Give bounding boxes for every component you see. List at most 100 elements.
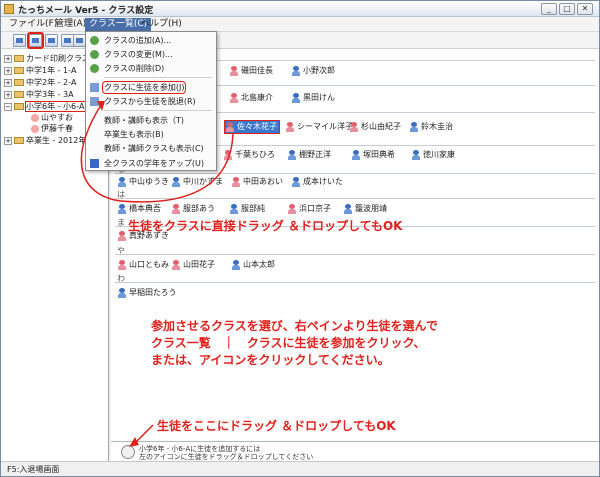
female-student-icon	[223, 149, 233, 160]
menu-show-graduates[interactable]: 卒業生も表示(B)	[86, 128, 216, 141]
student-item[interactable]: 山田花子	[171, 259, 215, 271]
tree-student-ito[interactable]: 伊藤千春	[31, 123, 73, 134]
menu-delete-class[interactable]: クラスの削除(D)	[86, 62, 216, 75]
male-student-icon	[287, 149, 297, 160]
edit-class-icon	[90, 50, 99, 59]
grade-up-icon	[90, 159, 99, 168]
menu-bar: ファイル(F) 管理(A) クラス一覧(C) ヘルプ(H)	[1, 17, 599, 32]
folder-icon	[14, 103, 24, 110]
female-student-icon	[117, 230, 127, 241]
female-student-icon	[171, 259, 181, 270]
male-student-icon	[231, 259, 241, 270]
male-student-icon	[291, 92, 301, 103]
tree-item-junior3[interactable]: + 中学3年 - 3A	[4, 89, 74, 100]
annotation-instruction-2: クラス一覧 ｜ クラスに生徒を参加をクリック、	[151, 336, 426, 350]
student-item[interactable]: 早稲田たろう	[117, 287, 177, 299]
menu-join-student[interactable]: クラスに生徒を参加(J)	[86, 81, 216, 94]
annotation-drag-here: 生徒をここにドラッグ ＆ドロップしてもOK	[157, 419, 396, 433]
student-item[interactable]: 成本けいた	[291, 176, 343, 188]
student-item[interactable]: 北島康介	[229, 92, 273, 104]
student-icon	[31, 113, 39, 122]
female-student-icon	[285, 121, 295, 132]
add-class-icon	[90, 36, 99, 45]
leave-student-icon	[90, 97, 99, 106]
male-student-icon	[291, 176, 301, 187]
student-item[interactable]: 中山ゆうき	[117, 176, 169, 188]
male-student-icon	[291, 65, 301, 76]
join-student-icon	[90, 83, 99, 92]
group-divider	[115, 173, 595, 174]
annotation-drag-to-class: 生徒をクラスに直接ドラッグ ＆ドロップしてもOK	[128, 219, 403, 233]
class-menu-dropdown: クラスの追加(A)... クラスの変更(M)... クラスの削除(D) クラスに…	[85, 31, 217, 171]
student-item[interactable]: 鈴木圭治	[409, 121, 453, 133]
male-student-icon	[117, 176, 127, 187]
female-student-icon	[225, 121, 235, 132]
status-text: F5:入退場画面	[7, 465, 60, 474]
female-student-icon	[349, 121, 359, 132]
annotation-instruction-3: または、アイコンをクリックしてください。	[151, 353, 390, 367]
student-drop-zone[interactable]: 小学6年 - 小6-Aに生徒を追加するには 左のアイコンに生徒をドラッグ＆ドロッ…	[111, 441, 599, 461]
tree-item-elementary6[interactable]: − 小学6年 - 小6-A	[4, 101, 86, 112]
student-item[interactable]: シーマイル洋子	[285, 121, 353, 133]
title-bar: たっちメール Ver5 - クラス設定 _ □ ✕	[1, 1, 599, 17]
student-icon	[31, 124, 39, 133]
class-view-button[interactable]	[13, 34, 26, 47]
student-item[interactable]: 磯田佳長	[229, 65, 273, 77]
minimize-button[interactable]: _	[541, 3, 557, 15]
male-student-icon	[117, 287, 127, 298]
student-item[interactable]: 徳川家康	[411, 149, 455, 161]
menu-show-teachers[interactable]: 教師・講師も表示（T)	[86, 114, 216, 127]
menu-edit-class[interactable]: クラスの変更(M)...	[86, 48, 216, 61]
app-logo-icon	[4, 4, 14, 14]
male-student-icon	[117, 203, 127, 214]
student-item[interactable]: 橋本典吾	[117, 203, 161, 215]
male-student-icon	[411, 149, 421, 160]
male-student-icon	[343, 203, 353, 214]
female-student-icon	[229, 92, 239, 103]
menu-separator	[104, 110, 212, 111]
student-item[interactable]: 杉山由紀子	[349, 121, 401, 133]
student-item[interactable]: 黒田けん	[291, 92, 335, 104]
dragged-student-item[interactable]: 佐々木花子	[224, 120, 280, 134]
maximize-button[interactable]: □	[559, 3, 575, 15]
leave-student-button[interactable]	[45, 34, 58, 47]
tree-student-yama[interactable]: 山やすお	[31, 112, 73, 123]
student-item[interactable]: 籠波朋靖	[343, 203, 387, 215]
student-item[interactable]: 中田あおい	[231, 176, 283, 188]
student-item[interactable]: 千葉ちひろ	[223, 149, 275, 161]
female-student-icon	[231, 176, 241, 187]
menu-add-class[interactable]: クラスの追加(A)...	[86, 34, 216, 47]
tree-item-graduates[interactable]: + 卒業生 - 2012年	[4, 135, 86, 146]
male-student-icon	[229, 203, 239, 214]
menu-separator	[104, 77, 212, 78]
close-button[interactable]: ✕	[577, 3, 593, 15]
status-bar: F5:入退場画面	[1, 461, 599, 476]
menu-show-teacher-classes[interactable]: 教師・講師クラスも表示(C)	[86, 142, 216, 155]
tree-item-junior1[interactable]: + 中学1年 - 1-A	[4, 65, 77, 76]
male-student-icon	[409, 121, 419, 132]
student-item[interactable]: 服部純	[229, 203, 265, 215]
student-item[interactable]: 中川かずま	[171, 176, 223, 188]
female-student-icon	[229, 65, 239, 76]
tree-item-card-print[interactable]: + カード印刷クラス	[4, 53, 90, 64]
student-item[interactable]: 服部あう	[171, 203, 215, 215]
folder-icon	[14, 91, 24, 98]
tree-item-junior2[interactable]: + 中学2年 - 2-A	[4, 77, 77, 88]
join-student-button[interactable]	[27, 32, 44, 49]
student-item[interactable]: 小野次郎	[291, 65, 335, 77]
folder-icon	[14, 79, 24, 86]
student-item[interactable]: 山口ともみ	[117, 259, 169, 271]
female-student-icon	[171, 203, 181, 214]
student-item[interactable]: 棚野正洋	[287, 149, 331, 161]
menu-leave-student[interactable]: クラスから生徒を脱退(R)	[86, 95, 216, 108]
annotation-instruction-1: 参加させるクラスを選び、右ペインより生徒を選んで	[151, 319, 438, 333]
student-item[interactable]: 山本太郎	[231, 259, 275, 271]
delete-class-icon	[90, 64, 99, 73]
male-student-icon	[351, 149, 361, 160]
drop-target-icon[interactable]	[121, 445, 135, 459]
menu-grade-up[interactable]: 全クラスの学年をアップ(U)	[86, 157, 216, 170]
student-item[interactable]: 塚田典希	[351, 149, 395, 161]
student-item[interactable]: 浜口京子	[287, 203, 331, 215]
menu-help[interactable]: ヘルプ(H)	[137, 18, 186, 31]
female-student-icon	[117, 259, 127, 270]
